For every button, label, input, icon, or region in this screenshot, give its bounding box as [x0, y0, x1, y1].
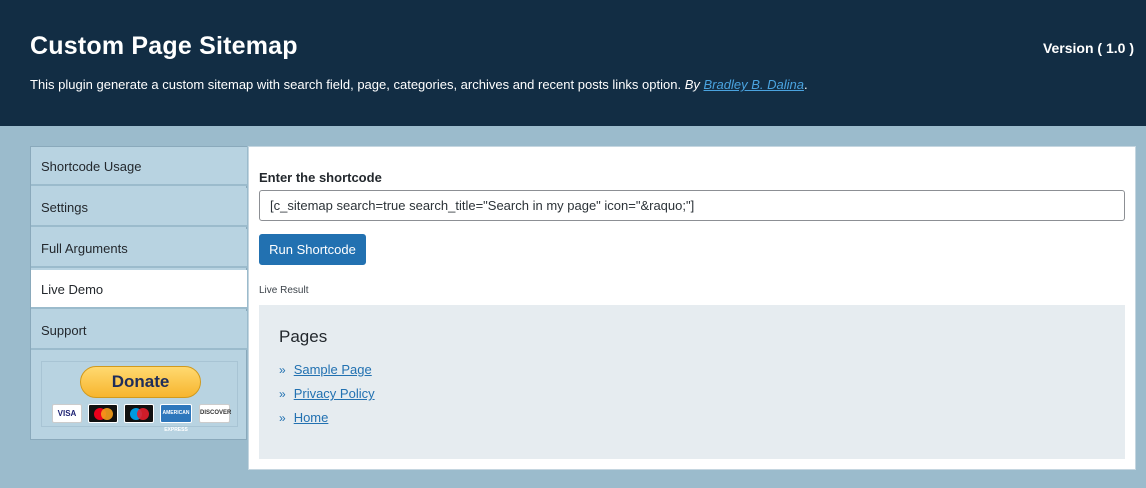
page-title: Custom Page Sitemap — [30, 32, 298, 60]
live-demo-panel: Enter the shortcode Run Shortcode Live R… — [248, 146, 1136, 470]
sidebar-item-shortcode-usage[interactable]: Shortcode Usage — [31, 147, 247, 186]
discover-card-icon: DISCOVER — [199, 404, 231, 423]
list-item: » Privacy Policy — [279, 386, 375, 410]
sample-page-link[interactable]: Sample Page — [294, 362, 372, 377]
author-link[interactable]: Bradley B. Dalina — [704, 77, 804, 92]
mastercard-icon — [88, 404, 118, 423]
live-result-panel: Pages » Sample Page » Privacy Policy » Home — [259, 305, 1125, 459]
maestro-card-icon — [124, 404, 154, 423]
sidebar-item-support[interactable]: Support — [31, 311, 247, 350]
privacy-policy-link[interactable]: Privacy Policy — [294, 386, 375, 401]
live-result-label: Live Result — [259, 285, 309, 296]
description-period: . — [803, 77, 808, 92]
sidebar-item-live-demo[interactable]: Live Demo — [31, 270, 247, 309]
sidebar-nav: Shortcode Usage Settings Full Arguments … — [30, 146, 247, 440]
plugin-header: Custom Page Sitemap Version ( 1.0 ) This… — [0, 0, 1146, 126]
description-text: This plugin generate a custom sitemap wi… — [30, 77, 682, 92]
bullet-icon: » — [279, 363, 286, 377]
list-item: » Sample Page — [279, 362, 375, 386]
donate-button[interactable]: Donate — [80, 366, 201, 398]
amex-card-icon: AMERICAN EXPRESS — [160, 404, 192, 433]
bullet-icon: » — [279, 411, 286, 425]
visa-card-icon: VISA — [52, 404, 82, 423]
plugin-description: This plugin generate a custom sitemap wi… — [30, 77, 808, 92]
sidebar-item-settings[interactable]: Settings — [31, 188, 247, 227]
bullet-icon: » — [279, 387, 286, 401]
pages-heading: Pages — [279, 327, 328, 346]
home-link[interactable]: Home — [294, 410, 329, 425]
version-label: Version ( 1.0 ) — [1042, 40, 1134, 56]
shortcode-input[interactable] — [259, 190, 1125, 221]
run-shortcode-button[interactable]: Run Shortcode — [259, 234, 366, 265]
pages-list: » Sample Page » Privacy Policy » Home — [279, 362, 375, 434]
shortcode-label: Enter the shortcode — [259, 170, 382, 185]
by-label: By — [684, 77, 700, 92]
sidebar-item-full-arguments[interactable]: Full Arguments — [31, 229, 247, 268]
list-item: » Home — [279, 410, 375, 434]
donate-widget: Donate VISA AMERICAN EXPRESS DISCOVER — [41, 361, 238, 433]
